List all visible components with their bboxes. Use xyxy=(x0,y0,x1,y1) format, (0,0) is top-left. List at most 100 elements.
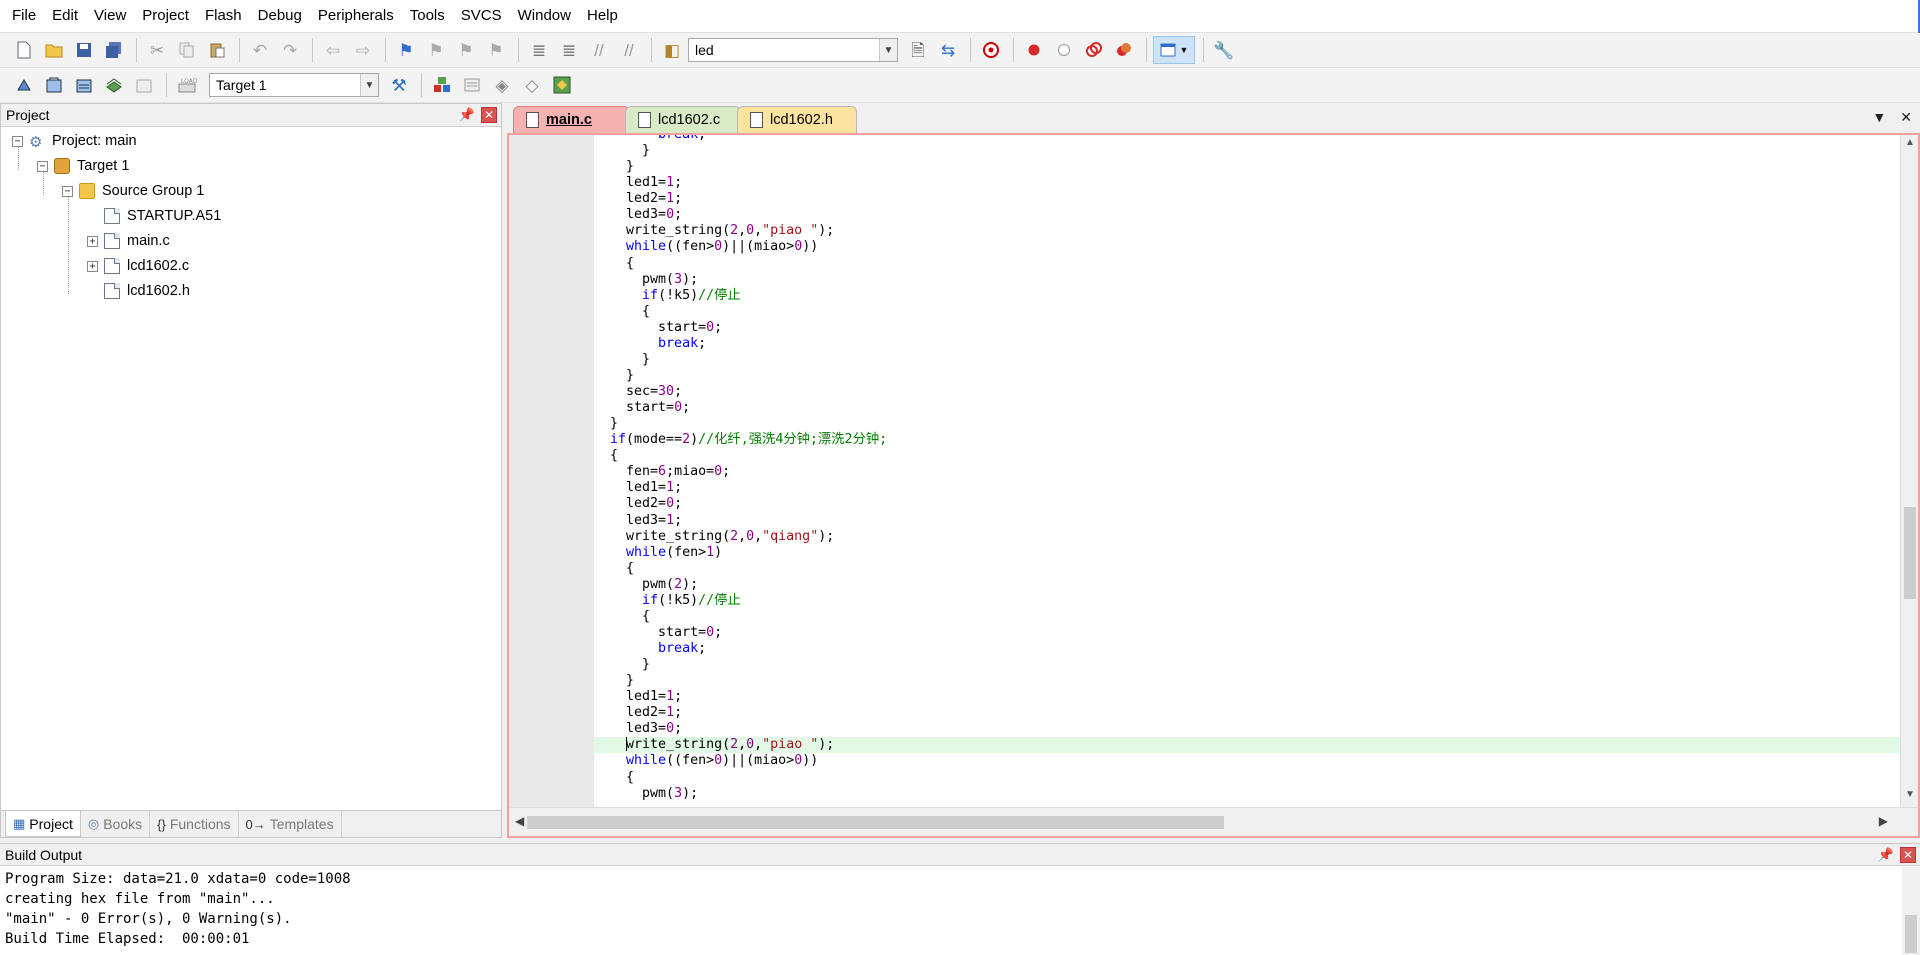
scroll-right-icon[interactable]: ▶ xyxy=(1879,814,1888,828)
tree-node-target[interactable]: − Target 1 xyxy=(37,154,129,178)
code-line[interactable]: 137− { xyxy=(594,256,1902,272)
uncomment-button[interactable]: // xyxy=(615,36,643,64)
tab-lcd1602-c[interactable]: lcd1602.c xyxy=(625,106,741,133)
close-tab-icon[interactable]: ✕ xyxy=(1900,109,1912,126)
build-output-text[interactable]: Program Size: data=21.0 xdata=0 code=100… xyxy=(0,866,1920,952)
code-line[interactable]: 140− { xyxy=(594,304,1902,320)
batch-build-button[interactable] xyxy=(100,71,128,99)
scroll-down-icon[interactable]: ▼ xyxy=(1901,789,1919,805)
kill-all-breakpoints-button[interactable] xyxy=(1110,36,1138,64)
unindent-button[interactable]: ≣ xyxy=(555,36,583,64)
copy-button[interactable] xyxy=(173,36,201,64)
manage-components-button[interactable] xyxy=(428,71,456,99)
new-file-button[interactable] xyxy=(10,36,38,64)
find-combo[interactable]: led ▼ xyxy=(688,38,898,62)
configure-button[interactable]: 🔧 xyxy=(1210,36,1238,64)
menu-tools[interactable]: Tools xyxy=(402,3,453,29)
save-button[interactable] xyxy=(70,36,98,64)
code-line[interactable]: 162 } xyxy=(594,657,1902,673)
indent-button[interactable]: ≣ xyxy=(525,36,553,64)
code-line[interactable]: 150 fen=6;miao=0; xyxy=(594,464,1902,480)
vertical-scrollbar[interactable]: ▲ ▼ xyxy=(1900,135,1918,807)
code-line[interactable]: 134 led3=0; xyxy=(594,207,1902,223)
code-line[interactable]: 152 led2=0; xyxy=(594,496,1902,512)
close-icon[interactable]: ✕ xyxy=(481,107,497,123)
tab-list-dropdown-icon[interactable]: ▼ xyxy=(1872,109,1886,126)
code-line[interactable]: 159− { xyxy=(594,609,1902,625)
code-line[interactable]: 157 pwm(2); xyxy=(594,577,1902,593)
save-all-button[interactable] xyxy=(100,36,128,64)
scroll-up-icon[interactable]: ▲ xyxy=(1901,137,1919,153)
window-layout-button[interactable]: ▼ xyxy=(1153,36,1195,64)
code-line[interactable]: 149− { xyxy=(594,448,1902,464)
tab-functions[interactable]: {} Functions xyxy=(150,811,239,837)
pack-installer-button[interactable]: ◇ xyxy=(518,71,546,99)
pin-icon[interactable]: 📌 xyxy=(459,107,475,123)
code-line[interactable]: 133 led2=1; xyxy=(594,191,1902,207)
code-area[interactable]: 129 break;130 }131 }132 led1=1;133 led2=… xyxy=(594,135,1902,807)
redo-button[interactable]: ↷ xyxy=(276,36,304,64)
tree-node-main-c[interactable]: + main.c xyxy=(87,229,170,253)
collapse-icon[interactable]: − xyxy=(62,185,73,197)
tree-node-lcd1602-h[interactable]: lcd1602.h xyxy=(87,279,190,303)
bookmark-button[interactable]: ⚑ xyxy=(392,36,420,64)
code-line[interactable]: 167 write_string(2,0,"piao "); xyxy=(594,737,1902,754)
build-output-scrollbar[interactable] xyxy=(1902,867,1920,955)
code-line[interactable]: 158 if(!k5)//停止 xyxy=(594,593,1902,609)
code-line[interactable]: 141 start=0; xyxy=(594,320,1902,336)
navigate-forward-button[interactable]: ⇨ xyxy=(349,36,377,64)
code-line[interactable]: 129 break; xyxy=(594,135,1902,143)
code-editor[interactable]: 129 break;130 }131 }132 led1=1;133 led2=… xyxy=(507,133,1920,838)
select-packs-button[interactable]: ◈ xyxy=(488,71,516,99)
tab-books[interactable]: ◎ Books xyxy=(81,811,151,837)
menu-help[interactable]: Help xyxy=(579,3,626,29)
scroll-left-icon[interactable]: ◀ xyxy=(515,814,524,828)
open-file-button[interactable] xyxy=(40,36,68,64)
code-line[interactable]: 170 pwm(3); xyxy=(594,786,1902,802)
horizontal-scrollbar[interactable]: ◀ ▶ xyxy=(509,807,1918,836)
code-line[interactable]: 131 } xyxy=(594,159,1902,175)
code-line[interactable]: 132 led1=1; xyxy=(594,175,1902,191)
stop-build-button[interactable] xyxy=(130,71,158,99)
pin-icon[interactable]: 📌 xyxy=(1878,847,1894,863)
target-combo[interactable]: Target 1 ▼ xyxy=(209,73,379,97)
chevron-down-icon[interactable]: ▼ xyxy=(879,39,897,61)
next-bookmark-button[interactable]: ⚑ xyxy=(452,36,480,64)
debug-session-button[interactable] xyxy=(977,36,1005,64)
tree-node-source-group[interactable]: − Source Group 1 xyxy=(62,179,204,203)
code-line[interactable]: 151 led1=1; xyxy=(594,480,1902,496)
tree-node-project[interactable]: − ⚙ Project: main xyxy=(12,129,137,153)
code-line[interactable]: 144 } xyxy=(594,368,1902,384)
tab-main-c[interactable]: main.c xyxy=(513,106,630,133)
cut-button[interactable]: ✂ xyxy=(143,36,171,64)
download-button[interactable]: LOAD xyxy=(173,71,201,99)
code-line[interactable]: 135 write_string(2,0,"piao "); xyxy=(594,223,1902,239)
code-line[interactable]: 160 start=0; xyxy=(594,625,1902,641)
code-line[interactable]: 168 while((fen>0)||(miao>0)) xyxy=(594,753,1902,769)
code-line[interactable]: 130 } xyxy=(594,143,1902,159)
code-line[interactable]: 138 pwm(3); xyxy=(594,272,1902,288)
menu-peripherals[interactable]: Peripherals xyxy=(310,3,402,29)
find-in-files-button[interactable]: ◧ xyxy=(658,36,686,64)
code-line[interactable]: 156− { xyxy=(594,561,1902,577)
menu-project[interactable]: Project xyxy=(134,3,197,29)
expand-icon[interactable]: + xyxy=(87,260,98,272)
code-line[interactable]: 136 while((fen>0)||(miao>0)) xyxy=(594,239,1902,255)
code-line[interactable]: 142 break; xyxy=(594,336,1902,352)
tab-project[interactable]: ▦ Project xyxy=(5,811,81,837)
code-line[interactable]: 163 } xyxy=(594,673,1902,689)
menu-view[interactable]: View xyxy=(86,3,134,29)
rebuild-button[interactable] xyxy=(70,71,98,99)
menu-file[interactable]: File xyxy=(4,3,44,29)
code-line[interactable]: 165 led2=1; xyxy=(594,705,1902,721)
menu-flash[interactable]: Flash xyxy=(197,3,250,29)
menu-window[interactable]: Window xyxy=(510,3,579,29)
code-line[interactable]: 139 if(!k5)//停止 xyxy=(594,288,1902,304)
incremental-find-button[interactable]: ⇆ xyxy=(934,36,962,64)
code-line[interactable]: 155 while(fen>1) xyxy=(594,545,1902,561)
build-button[interactable] xyxy=(40,71,68,99)
menu-svcs[interactable]: SVCS xyxy=(453,3,510,29)
tree-node-lcd1602-c[interactable]: + lcd1602.c xyxy=(87,254,189,278)
menu-debug[interactable]: Debug xyxy=(250,3,310,29)
code-line[interactable]: 147 } xyxy=(594,416,1902,432)
